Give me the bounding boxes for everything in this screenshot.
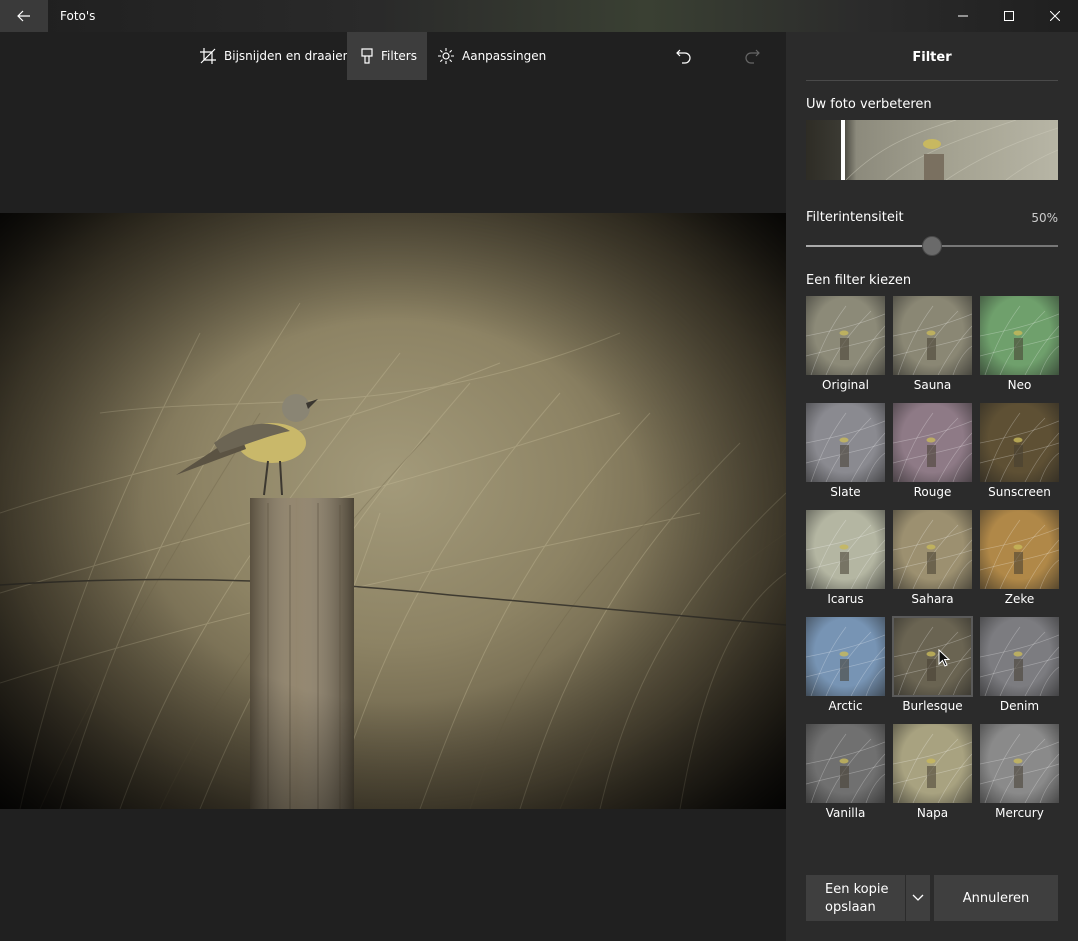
filter-thumbnail[interactable] — [980, 724, 1059, 803]
mouse-cursor-icon — [938, 648, 951, 671]
filter-thumbnail[interactable] — [893, 510, 972, 589]
enhance-toggle-bar[interactable] — [841, 120, 845, 180]
maximize-icon — [1004, 11, 1014, 21]
close-button[interactable] — [1032, 0, 1078, 32]
intensity-slider-thumb[interactable] — [922, 236, 942, 256]
filter-thumbnail[interactable] — [892, 616, 973, 697]
minimize-button[interactable] — [940, 0, 986, 32]
intensity-value: 50% — [1031, 211, 1058, 225]
filter-option-arctic[interactable]: Arctic — [806, 617, 885, 713]
cancel-button[interactable]: Annuleren — [934, 875, 1058, 921]
filter-option-vanilla[interactable]: Vanilla — [806, 724, 885, 820]
minimize-icon — [958, 15, 968, 17]
filter-panel: Filter Uw foto verbeteren Filterintensit… — [786, 32, 1078, 941]
filter-name: Original — [822, 378, 869, 392]
filter-option-slate[interactable]: Slate — [806, 403, 885, 499]
adjustments-label: Aanpassingen — [462, 49, 547, 63]
filter-thumbnail[interactable] — [893, 296, 972, 375]
filter-name: Sauna — [913, 378, 952, 392]
panel-divider — [806, 80, 1058, 81]
enhance-label: Uw foto verbeteren — [806, 97, 932, 112]
crop-icon — [200, 48, 216, 64]
arrow-left-icon — [17, 10, 30, 22]
filter-name: Zeke — [1004, 592, 1035, 606]
filter-option-neo[interactable]: Neo — [980, 296, 1059, 392]
filter-name: Arctic — [828, 699, 863, 713]
adjustments-button[interactable]: Aanpassingen — [438, 32, 546, 80]
filter-thumbnail[interactable] — [980, 403, 1059, 482]
filter-option-rouge[interactable]: Rouge — [893, 403, 972, 499]
maximize-button[interactable] — [986, 0, 1032, 32]
filter-thumbnail[interactable] — [806, 296, 885, 375]
save-options-dropdown[interactable] — [906, 875, 930, 921]
filters-tab[interactable]: Filters — [347, 32, 427, 80]
title-bar: Foto's — [0, 0, 1078, 32]
filter-thumbnail[interactable] — [980, 510, 1059, 589]
filter-thumbnail[interactable] — [893, 724, 972, 803]
redo-icon — [745, 49, 760, 64]
filter-thumbnail[interactable] — [806, 617, 885, 696]
filter-name: Slate — [830, 485, 861, 499]
enhance-photo-preview[interactable] — [806, 120, 1058, 180]
filter-option-denim[interactable]: Denim — [980, 617, 1059, 713]
sun-icon — [438, 48, 454, 64]
filter-name: Neo — [1007, 378, 1032, 392]
undo-button[interactable] — [670, 42, 698, 70]
filter-option-icarus[interactable]: Icarus — [806, 510, 885, 606]
filter-option-mercury[interactable]: Mercury — [980, 724, 1059, 820]
filter-thumbnail[interactable] — [806, 510, 885, 589]
intensity-label: Filterintensiteit — [806, 210, 904, 225]
choose-filter-label: Een filter kiezen — [806, 273, 912, 288]
filters-label: Filters — [381, 49, 417, 63]
filter-thumbnail[interactable] — [980, 296, 1059, 375]
filter-name: Burlesque — [902, 699, 963, 713]
filter-thumbnail[interactable] — [806, 403, 885, 482]
save-copy-label-line1: Een kopie — [825, 882, 889, 897]
filter-option-sauna[interactable]: Sauna — [893, 296, 972, 392]
crop-rotate-button[interactable]: Bijsnijden en draaien — [200, 32, 350, 80]
filter-name: Sunscreen — [988, 485, 1051, 499]
filter-option-zeke[interactable]: Zeke — [980, 510, 1059, 606]
intensity-slider[interactable] — [806, 236, 1058, 256]
filter-thumbnail[interactable] — [980, 617, 1059, 696]
filter-name: Napa — [916, 806, 949, 820]
filter-thumbnail[interactable] — [806, 724, 885, 803]
filter-option-original[interactable]: Original — [806, 296, 885, 392]
back-button[interactable] — [0, 0, 48, 32]
vignette-overlay — [0, 213, 786, 809]
panel-title: Filter — [912, 50, 952, 65]
edit-toolbar: Bijsnijden en draaien Filters Aanpassing… — [0, 32, 786, 80]
crop-rotate-label: Bijsnijden en draaien — [224, 49, 351, 63]
close-icon — [1050, 11, 1060, 21]
filter-name: Mercury — [995, 806, 1044, 820]
save-copy-button[interactable]: Een kopie opslaan — [806, 875, 905, 921]
filter-option-sunscreen[interactable]: Sunscreen — [980, 403, 1059, 499]
filter-thumbnail[interactable] — [893, 403, 972, 482]
filter-name: Sahara — [911, 592, 954, 606]
filter-name: Icarus — [827, 592, 864, 606]
save-copy-label-line2: opslaan — [825, 900, 876, 915]
chevron-down-icon — [912, 894, 924, 901]
app-title: Foto's — [60, 9, 96, 23]
filter-option-sahara[interactable]: Sahara — [893, 510, 972, 606]
filter-option-burlesque[interactable]: Burlesque — [892, 616, 973, 713]
filter-name: Rouge — [913, 485, 952, 499]
filter-name: Denim — [999, 699, 1040, 713]
paint-brush-icon — [361, 48, 373, 64]
undo-icon — [676, 49, 691, 64]
intensity-slider-fill — [806, 245, 932, 247]
filter-name: Vanilla — [825, 806, 866, 820]
filter-option-napa[interactable]: Napa — [893, 724, 972, 820]
redo-button[interactable] — [738, 42, 766, 70]
photo-canvas — [0, 213, 786, 809]
